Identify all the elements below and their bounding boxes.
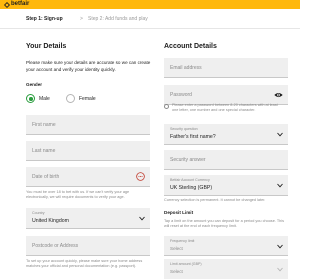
male-radio[interactable] [26,94,35,103]
email-placeholder: Email address [170,65,202,71]
password-help-row: Please enter a password between 8-20 cha… [164,103,280,113]
deposit-limit-title: Deposit Limit [164,210,194,215]
frequency-limit-label: Frequency limit [170,239,195,243]
security-answer-placeholder: Security answer [170,157,206,163]
info-icon [164,103,169,109]
country-select[interactable]: Country United Kingdom [26,208,150,229]
betfair-logo[interactable]: betfair [4,1,29,8]
top-bar: betfair [0,0,300,9]
chevron-down-icon [277,183,283,188]
deposit-limit-help: Tap a limit on the amount you can deposi… [164,219,285,228]
chevron-down-icon [139,216,145,221]
password-help: Please enter a password between 8-20 cha… [172,103,278,112]
account-details-title: Account Details [164,43,217,50]
first-name-placeholder: First name [32,122,56,128]
security-answer-field[interactable]: Security answer [164,150,288,170]
security-question-label: Security question [170,127,198,131]
step-current: Step 1: Sign-up [26,16,63,22]
male-label: Male [39,95,50,102]
last-name-field[interactable]: Last name [26,141,150,161]
password-field[interactable]: Password [164,85,288,105]
security-question-value: Father's first name? [170,134,216,140]
currency-value: UK Sterling (GBP) [170,185,213,191]
chevron-down-icon [277,267,283,272]
calendar-icon[interactable] [136,172,145,181]
step-next: Step 2: Add funds and play [88,16,148,22]
currency-select[interactable]: Betfair Account Currency UK Sterling (GB… [164,175,288,196]
step-separator-icon: > [80,16,83,22]
limit-amount-label: Limit amount (GBP) [170,262,202,266]
currency-label: Betfair Account Currency [170,178,210,182]
currency-help: Currency selection is permanent. It cann… [164,198,266,202]
frequency-limit-value: Select [170,246,183,251]
postcode-field[interactable]: Postcode or Address [26,236,150,256]
betfair-logo-icon [4,1,10,8]
email-field[interactable]: Email address [164,58,288,78]
date-of-birth-placeholder: Date of birth [32,174,60,180]
gender-label: Gender [26,82,43,87]
your-details-intro: Please make sure your details are accura… [26,60,151,72]
signup-steps: Step 1: Sign-up > Step 2: Add funds and … [0,9,300,29]
your-details-title: Your Details [26,43,67,50]
limit-amount-value: Select [170,269,183,274]
password-placeholder: Password [170,92,192,98]
chevron-down-icon [277,132,283,137]
postcode-placeholder: Postcode or Address [32,243,79,249]
security-question-select[interactable]: Security question Father's first name? [164,124,288,145]
frequency-limit-select[interactable]: Frequency limit Select [164,236,288,256]
country-value: United Kingdom [32,218,69,224]
limit-amount-select[interactable]: Limit amount (GBP) Select [164,259,288,279]
last-name-placeholder: Last name [32,148,56,154]
country-label: Country [32,211,45,215]
female-label: Female [79,95,96,102]
address-help: To set up your account quickly, please m… [26,259,143,268]
gender-male-option[interactable]: Male [26,94,50,103]
date-of-birth-field[interactable]: Date of birth [26,167,150,187]
gender-female-option[interactable]: Female [66,94,96,103]
eye-icon[interactable] [274,92,283,98]
chevron-down-icon [277,244,283,249]
first-name-field[interactable]: First name [26,115,150,135]
female-radio[interactable] [66,94,75,103]
betfair-wordmark: betfair [11,1,30,7]
date-of-birth-help: You must be over 18 to bet with us. If w… [26,190,130,199]
